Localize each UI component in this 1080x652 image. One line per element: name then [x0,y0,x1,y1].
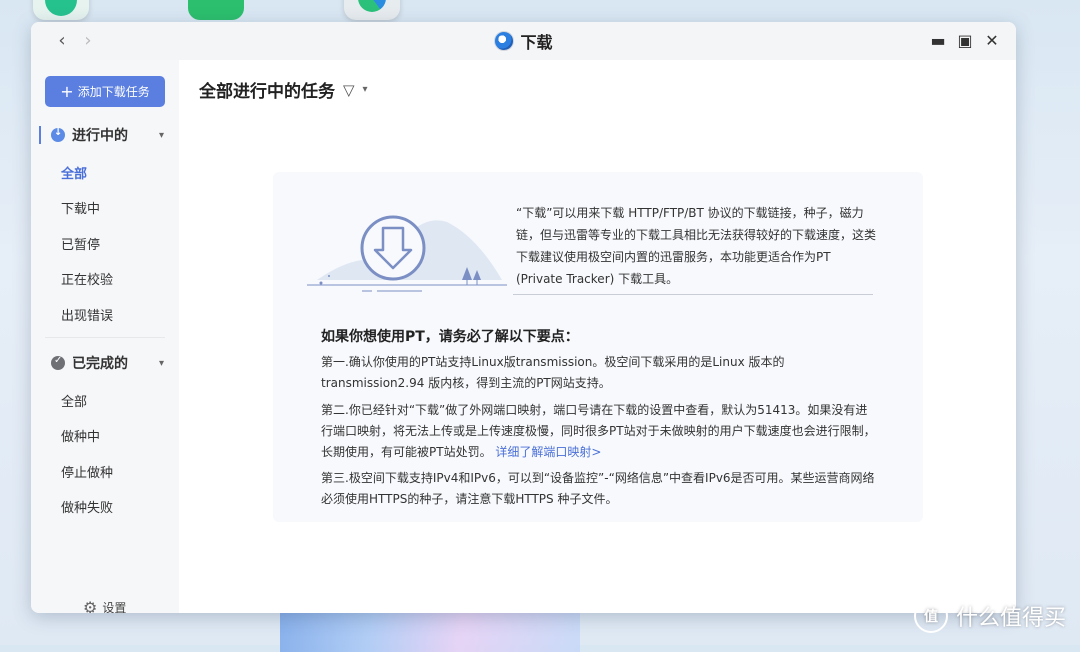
group-label: 已完成的 [72,356,128,372]
gear-icon: ⚙ [83,598,98,613]
group-in-progress[interactable]: 进行中的 ▾ [31,123,179,147]
desktop-app-icon[interactable] [188,0,244,20]
page-title: 全部进行中的任务 ▽ ▾ [199,77,368,103]
settings-button[interactable]: ⚙ 设置 [83,598,126,613]
tip-first: 第一.确认你使用的PT站支持Linux版transmission。极空间下载采用… [321,355,785,390]
main-content: 全部进行中的任务 ▽ ▾ “下载”可以用来下载 HTTP/FTP/BT 协议的下… [179,60,1016,613]
group-label: 进行中的 [72,128,128,144]
sidebar-item-downloading[interactable]: 下载中 [61,198,100,217]
maximize-icon[interactable]: ▣ [955,31,975,51]
sidebar: + 添加下载任务 进行中的 ▾ 全部 下载中 已暂停 正在校验 出现错误 已完成… [31,60,179,613]
add-task-label: 添加下载任务 [77,85,150,99]
chevron-down-icon[interactable]: ▾ [363,84,368,95]
sidebar-item-stopped-seeding[interactable]: 停止做种 [61,462,113,481]
download-app-icon [494,31,515,51]
page-title-text: 全部进行中的任务 [199,82,335,102]
watermark-logo-icon: 值 [913,599,948,633]
watermark-text: 什么值得买 [955,606,1066,631]
watermark: 值 什么值得买 [913,599,1066,633]
chevron-down-icon[interactable]: ▾ [159,358,164,369]
sidebar-item-seeding[interactable]: 做种中 [61,426,100,445]
active-indicator [39,126,41,144]
chevron-down-icon[interactable]: ▾ [159,130,164,141]
check-circle-icon [51,355,65,370]
sidebar-item-all-completed[interactable]: 全部 [61,391,87,410]
info-card: “下载”可以用来下载 HTTP/FTP/BT 协议的下载链接，种子，磁力链，但与… [273,172,923,522]
sidebar-item-paused[interactable]: 已暂停 [61,234,100,253]
filter-icon[interactable]: ▽ [343,81,355,99]
sidebar-item-seeding-failed[interactable]: 做种失败 [61,497,113,516]
tips-title: 如果你想使用PT，请务必了解以下要点： [321,329,579,345]
sidebar-item-error[interactable]: 出现错误 [61,305,113,324]
divider [45,337,165,338]
plus-icon: + [60,81,74,101]
tip-second: 第二.你已经针对“下载”做了外网端口映射，端口号请在下载的设置中查看，默认为51… [321,400,877,463]
download-arrow-icon [51,127,65,142]
download-window: ‹ › 下载 ▬ ▣ ✕ + 添加下载任务 进行中的 ▾ 全部 下载中 已暂停 … [31,22,1016,613]
window-title-text: 下载 [520,33,553,52]
intro-text: “下载”可以用来下载 HTTP/FTP/BT 协议的下载链接，种子，磁力链，但与… [516,206,877,286]
sidebar-item-verifying[interactable]: 正在校验 [61,269,113,288]
close-icon[interactable]: ✕ [982,31,1002,51]
group-completed[interactable]: 已完成的 ▾ [31,351,179,375]
desktop-wallpaper-art [280,612,580,652]
settings-label: 设置 [102,601,127,613]
title-bar[interactable]: ‹ › 下载 ▬ ▣ ✕ [31,22,1016,61]
add-download-task-button[interactable]: + 添加下载任务 [45,76,165,107]
port-mapping-link[interactable]: 详细了解端口映射> [495,445,601,459]
download-illustration [307,215,507,292]
window-title: 下载 [31,22,1016,60]
minimize-icon[interactable]: ▬ [928,31,948,51]
divider [513,294,873,295]
tip-third: 第三.极空间下载支持IPv4和IPv6，可以到“设备监控”-“网络信息”中查看I… [321,471,875,506]
desktop-app-icon[interactable] [33,0,89,20]
sidebar-item-all-active[interactable]: 全部 [61,163,87,182]
desktop-app-icon[interactable] [344,0,400,20]
